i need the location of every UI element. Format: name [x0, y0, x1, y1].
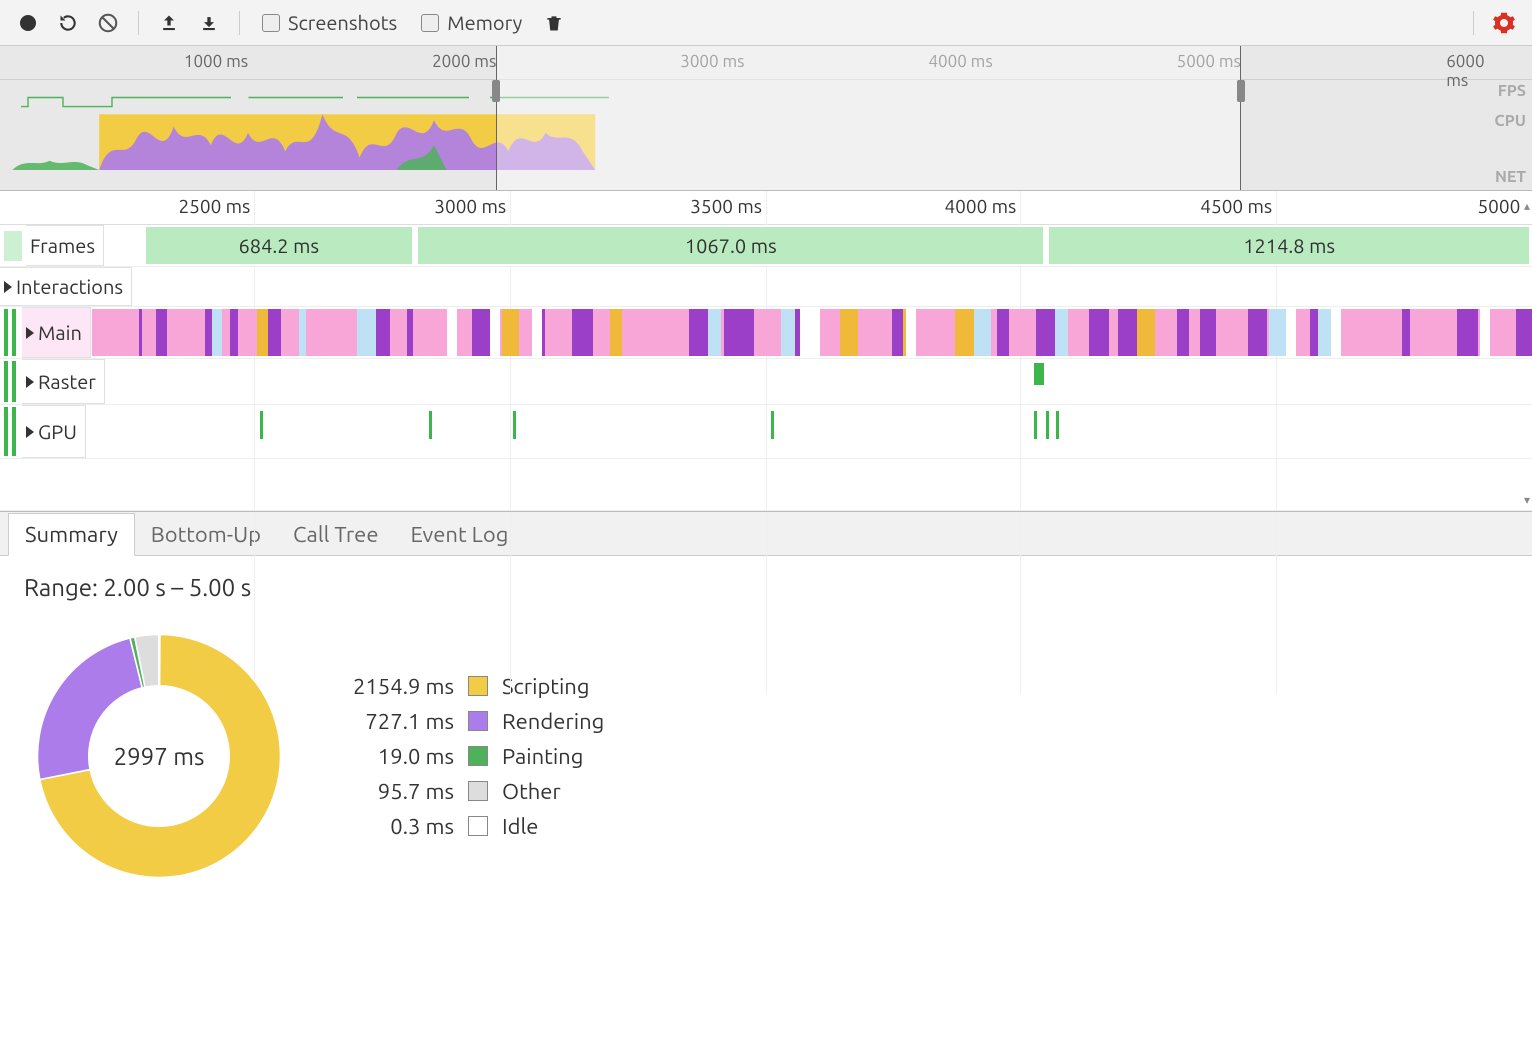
checkbox-icon [421, 14, 439, 32]
legend-swatch [468, 781, 488, 801]
tab-call-tree[interactable]: Call Tree [277, 514, 394, 555]
divider [138, 11, 139, 35]
gpu-event[interactable] [1056, 411, 1059, 439]
upload-button[interactable] [151, 5, 187, 41]
overview-timeline[interactable]: 1000 ms 2000 ms 3000 ms 4000 ms 5000 ms … [0, 46, 1532, 191]
track-gutter [4, 309, 20, 356]
garbage-collect-button[interactable] [536, 5, 572, 41]
net-label: NET [1495, 168, 1526, 186]
legend-label: Painting [502, 744, 604, 769]
tick: 3500 ms [690, 195, 766, 217]
legend-value: 95.7 ms [334, 779, 454, 804]
tick: 4500 ms [1200, 195, 1276, 217]
legend-value: 727.1 ms [334, 709, 454, 734]
legend-swatch [468, 676, 488, 696]
fps-label: FPS [1498, 82, 1526, 100]
legend-swatch [468, 816, 488, 836]
selection-handle-left[interactable] [492, 80, 500, 102]
toolbar: Screenshots Memory [0, 0, 1532, 46]
tick: 4000 ms [944, 195, 1020, 217]
clear-button[interactable] [90, 5, 126, 41]
reload-button[interactable] [50, 5, 86, 41]
memory-toggle[interactable]: Memory [421, 11, 522, 34]
raster-track[interactable]: Raster [0, 359, 1532, 405]
gpu-event[interactable] [771, 411, 774, 439]
divider [239, 11, 240, 35]
main-track[interactable]: Main [0, 307, 1532, 359]
scroll-down-icon[interactable]: ▾ [1524, 493, 1530, 507]
tab-summary[interactable]: Summary [8, 513, 135, 556]
empty-track [0, 459, 1532, 511]
chevron-right-icon [4, 281, 12, 293]
detail-ruler[interactable]: 2500 ms 3000 ms 3500 ms 4000 ms 4500 ms … [0, 191, 1532, 225]
summary-donut: 2997 ms [24, 621, 294, 891]
memory-label: Memory [447, 11, 522, 34]
chevron-right-icon [26, 376, 34, 388]
chevron-right-icon [26, 327, 34, 339]
tab-bottom-up[interactable]: Bottom-Up [135, 514, 277, 555]
tab-event-log[interactable]: Event Log [394, 514, 524, 555]
main-flamechart[interactable] [92, 309, 1532, 356]
legend-value: 0.3 ms [334, 814, 454, 839]
download-button[interactable] [191, 5, 227, 41]
cpu-label: CPU [1494, 112, 1526, 130]
screenshots-toggle[interactable]: Screenshots [262, 11, 397, 34]
settings-button[interactable] [1486, 5, 1522, 41]
tick: 6000 ms [1446, 52, 1489, 90]
gpu-header[interactable]: GPU [22, 405, 86, 458]
checkbox-icon [262, 14, 280, 32]
frame-block[interactable]: 684.2 ms [146, 227, 413, 264]
legend-label: Idle [502, 814, 604, 839]
summary-legend: 2154.9 ms Scripting 727.1 ms Rendering 19.0 … [334, 674, 604, 839]
legend-label: Rendering [502, 709, 604, 734]
frames-track[interactable]: Frames 684.2 ms 1067.0 ms 1214.8 ms [0, 225, 1532, 267]
raster-header[interactable]: Raster [22, 359, 105, 404]
legend-value: 2154.9 ms [334, 674, 454, 699]
divider [1473, 11, 1474, 35]
overview-selection[interactable] [496, 46, 1241, 190]
scroll-up-icon[interactable]: ▴ [1524, 199, 1530, 213]
chevron-right-icon [26, 426, 34, 438]
interactions-track[interactable]: Interactions [0, 267, 1532, 307]
interactions-header[interactable]: Interactions [0, 267, 132, 306]
tick: 2500 ms [178, 195, 254, 217]
frame-block[interactable]: 1214.8 ms [1049, 227, 1529, 264]
frames-header[interactable]: Frames [26, 225, 104, 266]
legend-swatch [468, 711, 488, 731]
gpu-event[interactable] [513, 411, 516, 439]
gpu-event[interactable] [260, 411, 263, 439]
main-header[interactable]: Main [22, 307, 91, 358]
selection-handle-right[interactable] [1237, 80, 1245, 102]
gpu-track[interactable]: GPU [0, 405, 1532, 459]
record-button[interactable] [10, 5, 46, 41]
gpu-event[interactable] [1034, 411, 1037, 439]
flamechart-area[interactable]: Frames 684.2 ms 1067.0 ms 1214.8 ms Inte… [0, 225, 1532, 512]
track-gutter [4, 361, 20, 402]
track-gutter [4, 407, 20, 456]
tick: 2000 ms [432, 52, 496, 71]
screenshots-label: Screenshots [288, 11, 397, 34]
donut-total: 2997 ms [24, 621, 294, 891]
legend-label: Scripting [502, 674, 604, 699]
tick: 1000 ms [184, 52, 248, 71]
legend-value: 19.0 ms [334, 744, 454, 769]
tick: 3000 ms [434, 195, 510, 217]
gpu-event[interactable] [1046, 411, 1049, 439]
gpu-event[interactable] [429, 411, 432, 439]
frame-block[interactable]: 1067.0 ms [418, 227, 1043, 264]
raster-event[interactable] [1034, 363, 1044, 385]
frame-thumbnail [4, 231, 22, 261]
legend-label: Other [502, 779, 604, 804]
legend-swatch [468, 746, 488, 766]
